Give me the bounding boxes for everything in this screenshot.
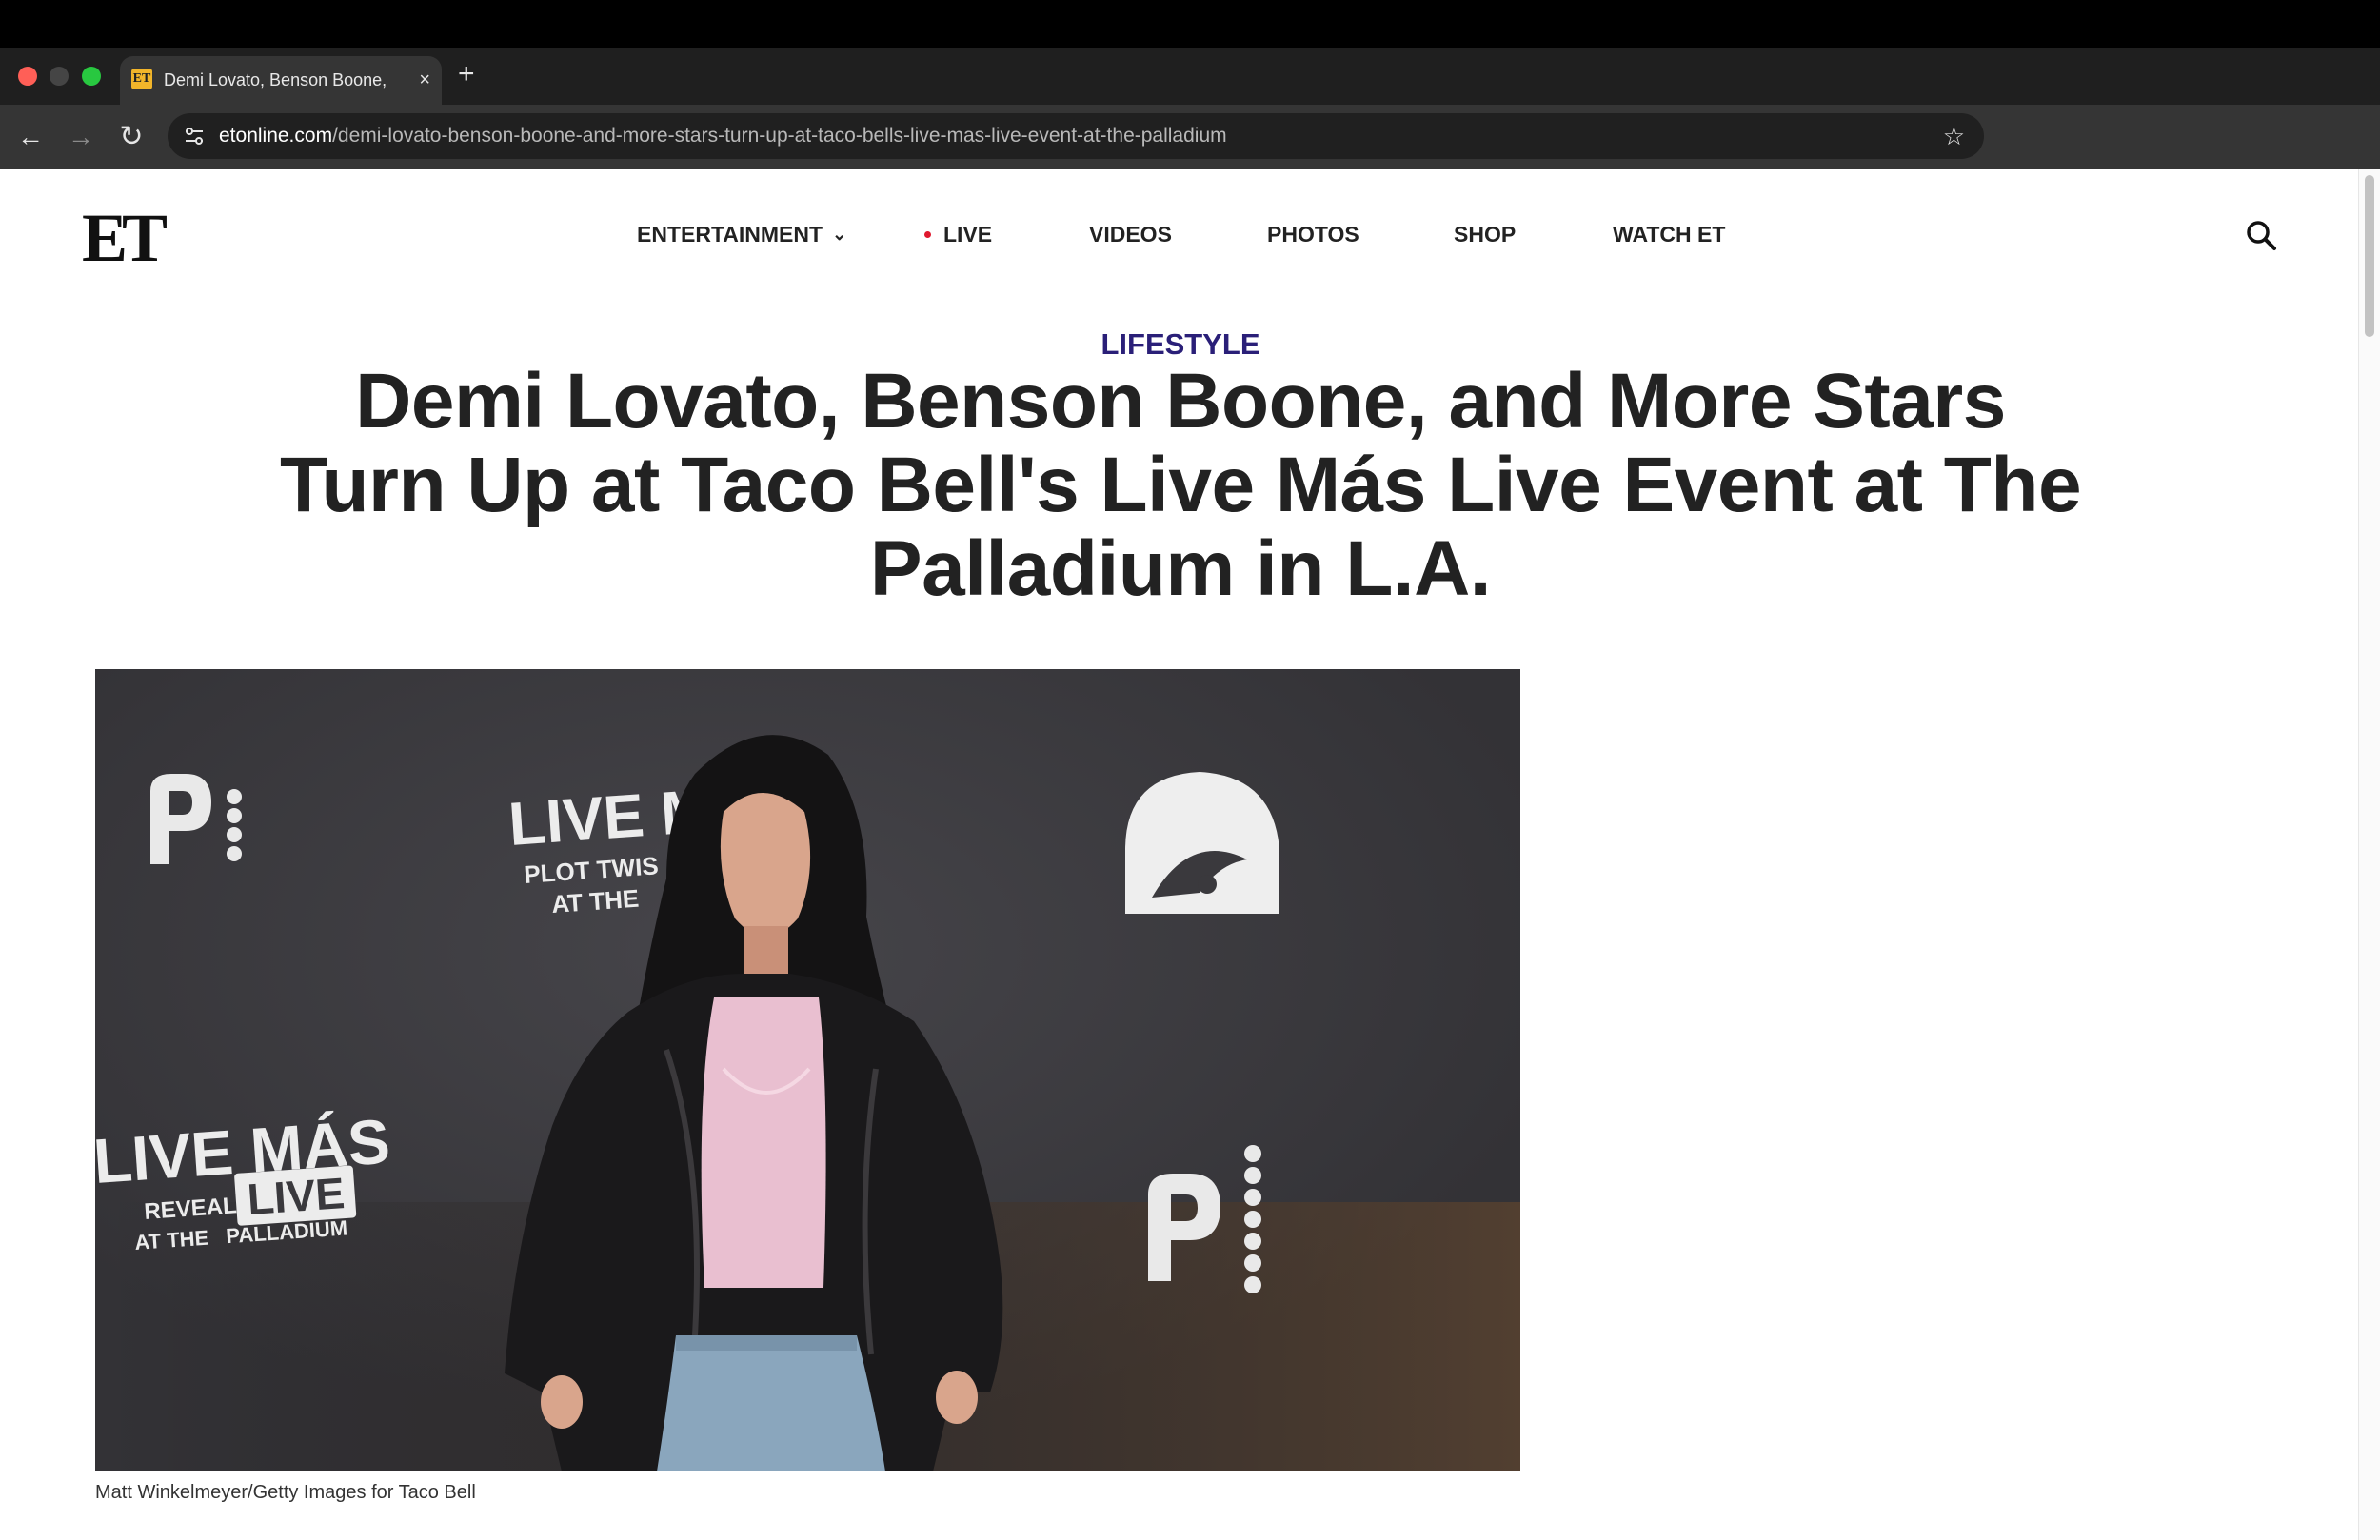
address-bar[interactable]: etonline.com/demi-lovato-benson-boone-an…	[168, 113, 1984, 159]
article-headline: Demi Lovato, Benson Boone, and More Star…	[279, 358, 2082, 612]
nav-videos[interactable]: VIDEOS	[1089, 219, 1172, 249]
url-text[interactable]: etonline.com/demi-lovato-benson-boone-an…	[219, 113, 1227, 159]
url-path: /demi-lovato-benson-boone-and-more-stars…	[332, 125, 1227, 147]
site-settings-icon[interactable]	[181, 123, 208, 149]
scrollbar-thumb[interactable]	[2365, 175, 2374, 337]
nav-watch-et[interactable]: WATCH ET	[1613, 219, 1725, 249]
new-tab-button[interactable]: +	[458, 59, 475, 89]
url-host: etonline.com	[219, 125, 333, 147]
back-arrow-icon[interactable]: ←	[11, 118, 50, 156]
live-dot-icon	[924, 231, 931, 238]
nav-photos[interactable]: PHOTOS	[1267, 219, 1359, 249]
minimize-window-button[interactable]	[50, 67, 69, 86]
maximize-window-button[interactable]	[82, 67, 101, 86]
article-hero-photo: LIVE M PLOT TWIS AT THE LIVE MÁS REVEALS…	[95, 669, 1520, 1471]
browser-tab-active[interactable]: ET Demi Lovato, Benson Boone, ×	[120, 56, 442, 105]
nav-live[interactable]: LIVE	[924, 219, 992, 249]
window-title-bar	[0, 0, 2380, 48]
chevron-down-icon: ⌄	[832, 225, 847, 244]
backdrop-at-the-top: AT THE	[550, 884, 640, 918]
tab-title: Demi Lovato, Benson Boone,	[164, 70, 387, 89]
bell-logo	[1125, 772, 1279, 914]
browser-toolbar: ← → ↻ etonline.com/demi-lovato-benson-bo…	[0, 105, 2380, 169]
close-tab-icon[interactable]: ×	[419, 67, 430, 93]
backdrop-live-badge: LIVE	[246, 1168, 347, 1224]
nav-entertainment[interactable]: ENTERTAINMENT ⌄	[637, 219, 846, 249]
forward-arrow-icon[interactable]: →	[62, 118, 100, 156]
nav-entertainment-label: ENTERTAINMENT	[637, 222, 823, 247]
bookmark-star-icon[interactable]: ☆	[1943, 113, 1965, 159]
nav-shop[interactable]: SHOP	[1454, 219, 1516, 249]
web-page: ET ENTERTAINMENT ⌄ LIVE VIDEOS PHOTOS SHO…	[0, 169, 2380, 1540]
page-scrollbar[interactable]	[2358, 169, 2380, 1540]
search-icon[interactable]	[2245, 219, 2277, 251]
et-logo[interactable]: ET	[82, 200, 168, 276]
et-favicon-icon: ET	[131, 69, 152, 89]
site-header: ET ENTERTAINMENT ⌄ LIVE VIDEOS PHOTOS SHO…	[0, 169, 2361, 298]
close-window-button[interactable]	[18, 67, 37, 86]
reload-icon[interactable]: ↻	[112, 118, 150, 156]
photo-credit: Matt Winkelmeyer/Getty Images for Taco B…	[95, 1482, 476, 1503]
nav-live-label: LIVE	[943, 222, 993, 247]
